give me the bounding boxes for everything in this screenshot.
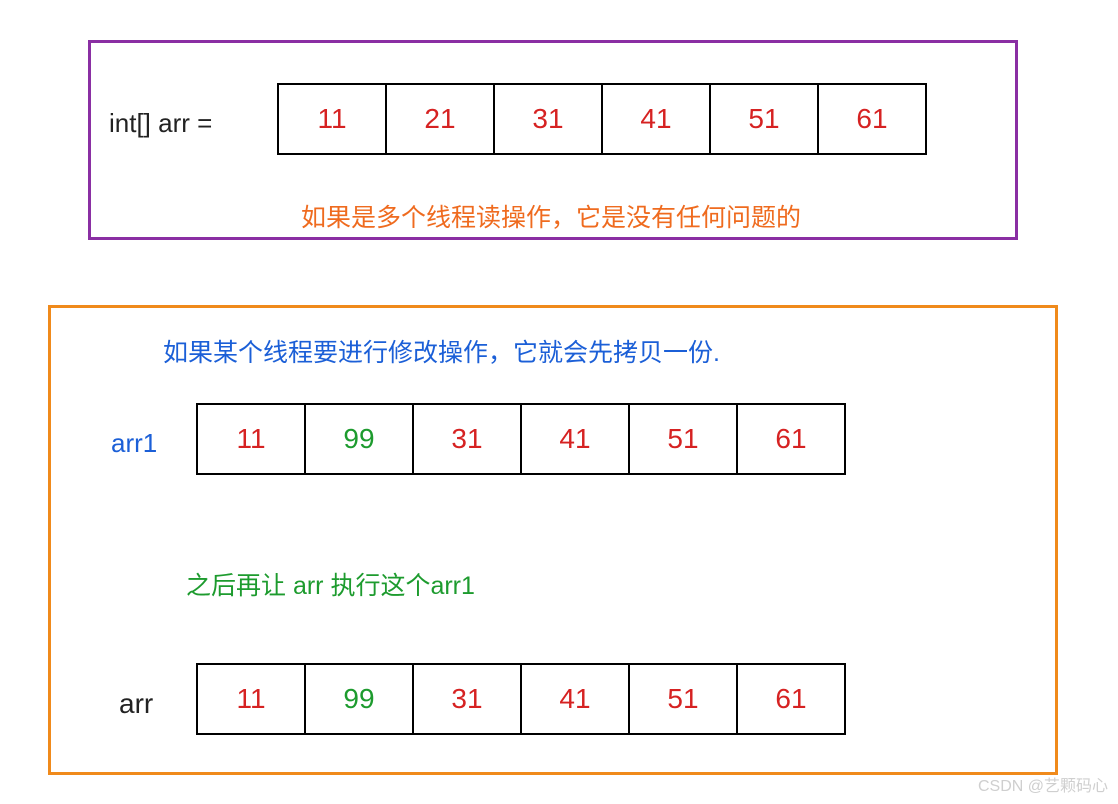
array-cell: 41	[601, 83, 711, 155]
array-row-original: 11 21 31 41 51 61	[277, 83, 927, 155]
watermark: CSDN @艺颗码心	[978, 772, 1108, 796]
array-cell: 61	[736, 663, 846, 735]
note-modify-copy: 如果某个线程要进行修改操作，它就会先拷贝一份.	[163, 333, 720, 369]
panel-copy-on-write: 如果某个线程要进行修改操作，它就会先拷贝一份. arr1 11 99 31 41…	[48, 305, 1058, 775]
array-cell-modified: 99	[304, 403, 414, 475]
array-cell-modified: 99	[304, 663, 414, 735]
array-cell: 11	[196, 663, 306, 735]
array-cell: 21	[385, 83, 495, 155]
label-arr1: arr1	[111, 428, 157, 459]
label-arr: arr	[119, 688, 153, 720]
panel-original-array: int[] arr = 11 21 31 41 51 61 如果是多个线程读操作…	[88, 40, 1018, 240]
label-int-arr: int[] arr =	[109, 108, 212, 139]
note-assign-arr: 之后再让 arr 执行这个arr1	[186, 566, 475, 602]
array-cell: 61	[736, 403, 846, 475]
array-cell: 41	[520, 663, 630, 735]
array-row-arr1: 11 99 31 41 51 61	[196, 403, 846, 475]
note-read-safe: 如果是多个线程读操作，它是没有任何问题的	[301, 198, 801, 234]
array-cell: 11	[277, 83, 387, 155]
array-cell: 51	[628, 663, 738, 735]
array-cell: 11	[196, 403, 306, 475]
array-cell: 31	[412, 403, 522, 475]
array-cell: 41	[520, 403, 630, 475]
array-cell: 51	[709, 83, 819, 155]
array-cell: 51	[628, 403, 738, 475]
array-row-arr: 11 99 31 41 51 61	[196, 663, 846, 735]
array-cell: 31	[493, 83, 603, 155]
array-cell: 61	[817, 83, 927, 155]
array-cell: 31	[412, 663, 522, 735]
